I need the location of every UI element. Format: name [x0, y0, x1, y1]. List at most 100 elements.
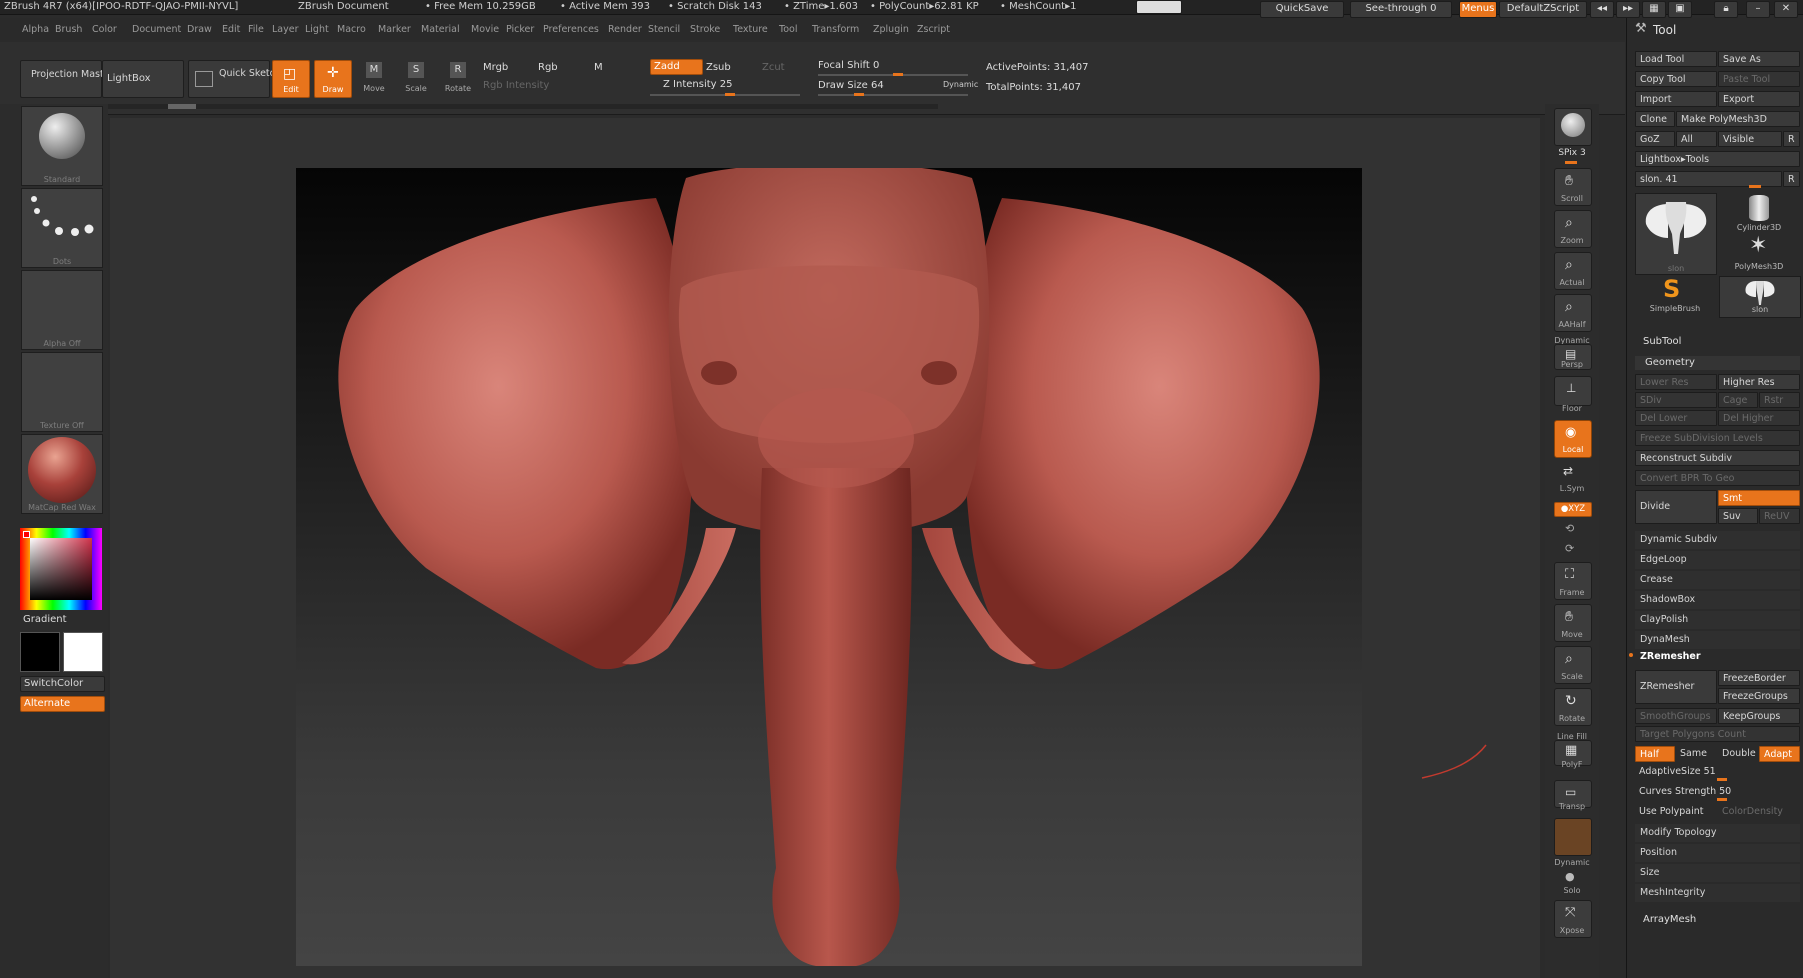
- adaptive-size-knob[interactable]: [1717, 778, 1727, 781]
- menu-stencil[interactable]: Stencil: [648, 24, 680, 35]
- menu-movie[interactable]: Movie: [471, 24, 499, 35]
- tool-thumb-polymesh[interactable]: ✶ PolyMesh3D: [1719, 234, 1799, 274]
- lower-res-button[interactable]: Lower Res: [1635, 374, 1717, 390]
- keepgroups-toggle[interactable]: KeepGroups: [1718, 708, 1800, 724]
- claypolish-section[interactable]: ClayPolish: [1635, 611, 1800, 629]
- crease-section[interactable]: Crease: [1635, 571, 1800, 589]
- goz-visible-button[interactable]: Visible: [1718, 131, 1782, 147]
- current-tool-r-button[interactable]: R: [1783, 171, 1800, 187]
- rstr-button[interactable]: Rstr: [1759, 392, 1800, 408]
- target-polygons-slider[interactable]: Target Polygons Count: [1635, 726, 1800, 742]
- focal-shift-knob[interactable]: [893, 73, 903, 76]
- current-tool-knob[interactable]: [1749, 185, 1761, 188]
- menu-zscript[interactable]: Zscript: [917, 24, 950, 35]
- color-picker[interactable]: [20, 528, 102, 610]
- z-intensity-slider[interactable]: Z Intensity 25: [663, 79, 732, 90]
- quicksave-button[interactable]: QuickSave: [1260, 1, 1344, 18]
- load-tool-button[interactable]: Load Tool: [1635, 51, 1717, 67]
- cage-button[interactable]: Cage: [1718, 392, 1758, 408]
- draw-size-slider[interactable]: Draw Size 64: [818, 80, 884, 91]
- layout-prev-icon[interactable]: ◂◂: [1590, 1, 1614, 18]
- m-button[interactable]: M: [594, 62, 603, 73]
- menu-light[interactable]: Light: [305, 24, 329, 35]
- clone-button[interactable]: Clone: [1635, 111, 1675, 127]
- menu-marker[interactable]: Marker: [378, 24, 411, 35]
- subtool-section[interactable]: SubTool: [1643, 336, 1681, 347]
- spix-knob[interactable]: [1565, 161, 1577, 164]
- zadd-button[interactable]: Zadd: [650, 59, 703, 75]
- export-button[interactable]: Export: [1718, 91, 1800, 107]
- menu-stroke[interactable]: Stroke: [690, 24, 720, 35]
- zsub-button[interactable]: Zsub: [706, 62, 731, 73]
- same-button[interactable]: Same: [1676, 746, 1717, 762]
- horizontal-scrollbar[interactable]: [108, 104, 938, 109]
- tool-panel-title[interactable]: Tool: [1653, 23, 1676, 37]
- menu-picker[interactable]: Picker: [506, 24, 534, 35]
- menu-transform[interactable]: Transform: [812, 24, 859, 35]
- dynamesh-section[interactable]: DynaMesh: [1635, 631, 1800, 649]
- default-zscript-button[interactable]: DefaultZScript: [1499, 1, 1587, 18]
- copy-tool-button[interactable]: Copy Tool: [1635, 71, 1717, 87]
- bpr-button[interactable]: [1554, 108, 1592, 146]
- mrgb-button[interactable]: Mrgb: [483, 62, 508, 73]
- geometry-header[interactable]: Geometry: [1635, 356, 1800, 370]
- menu-brush[interactable]: Brush: [55, 24, 82, 35]
- brush-selector[interactable]: Standard: [21, 106, 103, 186]
- suv-toggle[interactable]: Suv: [1718, 508, 1758, 524]
- menus-button[interactable]: Menus: [1459, 1, 1497, 18]
- move-button[interactable]: M Move: [356, 60, 392, 96]
- goz-r-button[interactable]: R: [1783, 131, 1800, 147]
- spix-slider[interactable]: SPix 3: [1545, 148, 1599, 158]
- rotate-axis-icon[interactable]: ⟲: [1565, 522, 1574, 535]
- material-selector[interactable]: MatCap Red Wax: [21, 434, 103, 514]
- make-polymesh-button[interactable]: Make PolyMesh3D: [1676, 111, 1800, 127]
- menu-render[interactable]: Render: [608, 24, 642, 35]
- adapt-button[interactable]: Adapt: [1759, 746, 1800, 762]
- size-section[interactable]: Size: [1635, 864, 1800, 882]
- del-lower-button[interactable]: Del Lower: [1635, 410, 1717, 426]
- reuv-button[interactable]: ReUV: [1759, 508, 1800, 524]
- alpha-selector[interactable]: Alpha Off: [21, 270, 103, 350]
- focal-shift-slider[interactable]: Focal Shift 0: [818, 60, 879, 71]
- rgb-button[interactable]: Rgb: [538, 62, 558, 73]
- quick-sketch-button[interactable]: Quick Sketch: [188, 60, 281, 98]
- color-density-slider[interactable]: ColorDensity: [1718, 804, 1800, 820]
- z-intensity-knob[interactable]: [725, 93, 735, 96]
- meshintegrity-section[interactable]: MeshIntegrity: [1635, 884, 1800, 902]
- projection-master-button[interactable]: Projection Master: [20, 60, 113, 98]
- tool-thumb-slon[interactable]: slon: [1635, 193, 1717, 275]
- reconstruct-subdiv-button[interactable]: Reconstruct Subdiv: [1635, 450, 1800, 466]
- arraymesh-section[interactable]: ArrayMesh: [1643, 914, 1696, 925]
- local-button[interactable]: ◉ Local: [1554, 420, 1592, 458]
- menu-document[interactable]: Document: [132, 24, 181, 35]
- menu-draw[interactable]: Draw: [187, 24, 212, 35]
- xyz-button[interactable]: ●XYZ: [1554, 502, 1592, 517]
- lightbox-tools-button[interactable]: Lightbox▸Tools: [1635, 151, 1800, 167]
- window-widget[interactable]: [1136, 0, 1182, 14]
- sdiv-slider[interactable]: SDiv: [1635, 392, 1717, 408]
- paste-tool-button[interactable]: Paste Tool: [1718, 71, 1800, 87]
- color-square[interactable]: [30, 538, 92, 600]
- menu-layer[interactable]: Layer: [272, 24, 299, 35]
- dynamic-subdiv-section[interactable]: Dynamic Subdiv: [1635, 531, 1800, 549]
- menu-preferences[interactable]: Preferences: [543, 24, 599, 35]
- lightbox-button[interactable]: LightBox: [102, 60, 184, 98]
- del-higher-button[interactable]: Del Higher: [1718, 410, 1800, 426]
- layout-icon[interactable]: ▦: [1642, 1, 1666, 18]
- zcut-button[interactable]: Zcut: [762, 62, 785, 73]
- use-polypaint-toggle[interactable]: Use Polypaint: [1635, 804, 1717, 820]
- main-color-swatch[interactable]: [20, 632, 60, 672]
- viewport-canvas[interactable]: [296, 168, 1362, 966]
- secondary-color-swatch[interactable]: [63, 632, 103, 672]
- see-through-slider[interactable]: See-through 0: [1350, 1, 1452, 18]
- draw-size-knob[interactable]: [854, 93, 864, 96]
- curves-strength-knob[interactable]: [1717, 798, 1727, 801]
- ghost-button[interactable]: [1554, 818, 1592, 856]
- menu-texture[interactable]: Texture: [733, 24, 768, 35]
- scale-button[interactable]: S Scale: [398, 60, 434, 96]
- switchcolor-button[interactable]: SwitchColor: [20, 676, 105, 692]
- half-button[interactable]: Half: [1635, 746, 1675, 762]
- double-button[interactable]: Double: [1718, 746, 1758, 762]
- goz-all-button[interactable]: All: [1676, 131, 1717, 147]
- divide-button[interactable]: Divide: [1635, 490, 1717, 524]
